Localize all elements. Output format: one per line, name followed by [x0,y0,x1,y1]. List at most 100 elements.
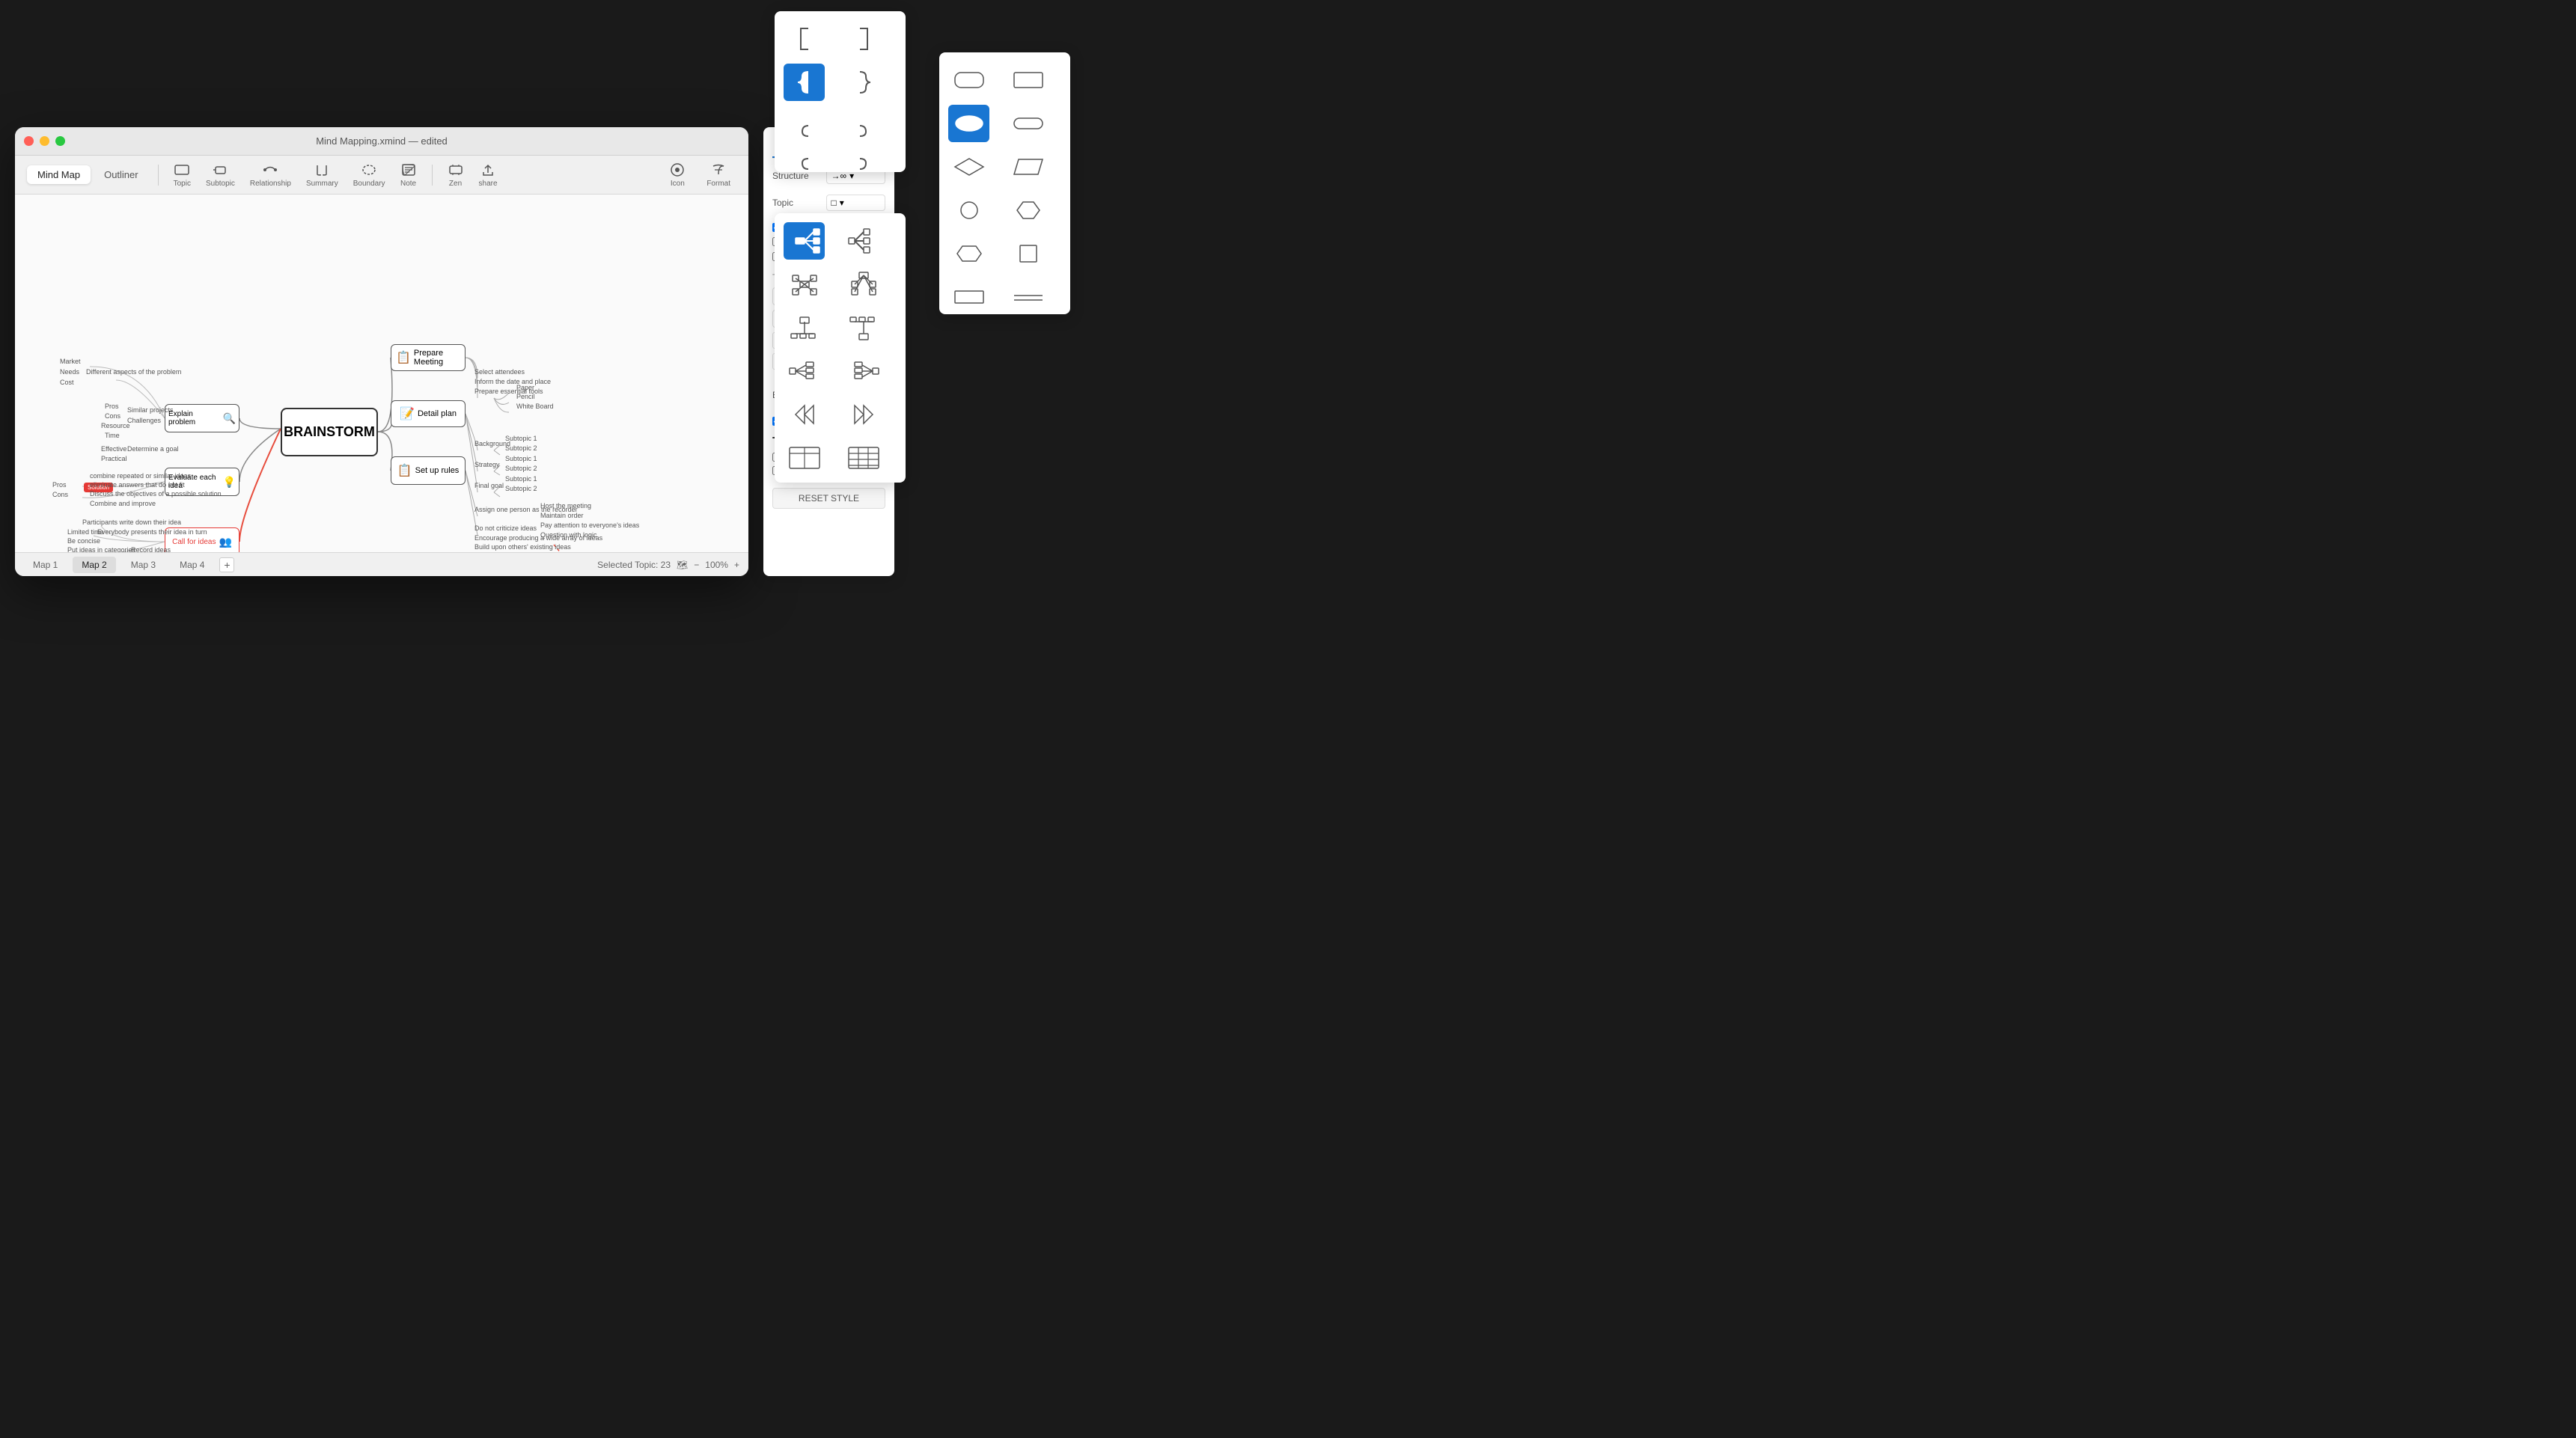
node-setup-rules[interactable]: 📋 Set up rules [391,456,466,485]
leaf-diff-aspects: Different aspects of the problem [86,368,181,376]
toolbar-item-format[interactable]: Format [701,159,736,191]
minimize-button[interactable] [40,136,49,146]
shape-arrow-right[interactable] [843,396,885,433]
shape-curly-top-right[interactable] [843,150,885,188]
shape-curly-left[interactable] [784,64,825,101]
map-tab-3[interactable]: Map 3 [122,557,165,573]
fullscreen-button[interactable] [55,136,65,146]
leaf-effective: Effective [101,445,126,453]
leaf-categories: Put ideas in categories [67,546,135,552]
leaf-subtopic2b: Subtopic 2 [505,465,537,472]
shape-lines[interactable] [1008,278,1049,316]
leaf-select: Select attendees [474,368,525,376]
add-map-button[interactable]: + [219,557,234,572]
zoom-in[interactable]: + [734,560,739,570]
leaf-combine-improve: Combine and improve [90,500,156,507]
map-tab-4[interactable]: Map 4 [171,557,213,573]
shape-arrow-left[interactable] [784,396,825,433]
leaf-similar: Similar projects [127,406,174,414]
note-icon [400,162,417,178]
node-detail-plan[interactable]: 📝 Detail plan [391,400,466,427]
toolbar-item-note[interactable]: Note [394,159,423,191]
node-explain-problem[interactable]: Explain problem 🔍 [165,404,239,432]
shape-tree-3[interactable] [784,352,825,390]
boundary-label: Boundary [353,180,385,188]
shape-oval[interactable] [948,105,989,142]
canvas[interactable]: BRAINSTORM 📋 Prepare Meeting 📝 Detail pl… [15,195,748,552]
summary-label: Summary [306,180,338,188]
shape-rect-sm[interactable] [948,278,989,316]
leaf-challenges: Challenges [127,417,161,424]
shape-octagon[interactable] [1008,192,1049,229]
shape-grid-bot[interactable] [843,266,885,303]
shape-table-1[interactable] [784,439,825,477]
leaf-strategy: Strategy [474,461,500,468]
subtopic-label: Subtopic [206,180,235,188]
shape-tree-4[interactable] [843,352,885,390]
node-prepare-meeting[interactable]: 📋 Prepare Meeting [391,344,466,371]
shape-square-sm[interactable] [1008,235,1049,272]
toolbar-item-icon[interactable]: Icon [663,159,692,191]
relationship-icon [262,162,278,178]
shape-curly-right[interactable] [843,64,885,101]
map-tab-2[interactable]: Map 2 [73,557,115,573]
leaf-needs: Needs [60,368,79,376]
leaf-participants: Participants write down their idea [82,518,181,526]
toolbar-item-subtopic[interactable]: Subtopic [200,159,241,191]
shape-bracket-top-right[interactable] [843,20,885,58]
leaf-encourage: Encourage producing a wide array of idea… [474,534,602,542]
map-tab-1[interactable]: Map 1 [24,557,67,573]
shape-bracket-top-left[interactable] [784,20,825,58]
topic-selector[interactable]: □ ▾ [826,195,886,211]
leaf-resource: Resource [101,422,130,429]
shape-hexagon[interactable] [948,235,989,272]
shape-hsplit[interactable] [784,222,825,260]
shape-grid-top[interactable] [784,266,825,303]
status-bar: Map 1 Map 2 Map 3 Map 4 + Selected Topic… [15,552,748,576]
shape-curly-bot-left[interactable] [784,107,825,144]
tab-outliner[interactable]: Outliner [94,165,149,184]
leaf-no-criticize: Do not criticize ideas [474,524,537,532]
toolbar-item-share[interactable]: share [473,159,504,191]
leaf-pros-1: Pros [105,403,119,410]
status-right: Selected Topic: 23 🗺 − 100% + [597,560,739,570]
topic-section: Topic □ ▾ [772,195,885,211]
shape-curly-bot-right[interactable] [843,107,885,144]
shape-tree-1[interactable] [784,309,825,346]
shape-diamond[interactable] [948,148,989,186]
close-button[interactable] [24,136,34,146]
toolbar-item-zen[interactable]: Zen [442,159,470,191]
toolbar-item-topic[interactable]: Topic [168,159,197,191]
toolbar-item-boundary[interactable]: Boundary [347,159,391,191]
tab-mindmap[interactable]: Mind Map [27,165,91,184]
toolbar-left: Mind Map Outliner [27,165,149,184]
topic-section-label: Topic [772,198,822,208]
relationship-label: Relationship [250,180,291,188]
format-icon [710,162,727,178]
shape-table-2[interactable] [843,439,885,477]
traffic-lights [24,136,65,146]
selected-topic: Selected Topic: 23 [597,560,671,570]
leaf-subtopic1c: Subtopic 1 [505,475,537,483]
window-title: Mind Mapping.xmind — edited [316,135,448,147]
leaf-practical: Practical [101,455,127,462]
topic-label: Topic [174,180,191,188]
shape-hsplit-2[interactable] [843,222,885,260]
toolbar-item-summary[interactable]: Summary [300,159,344,191]
shape-circle[interactable] [948,192,989,229]
node-brainstorm[interactable]: BRAINSTORM [281,408,378,456]
shape-curly-top-left[interactable] [784,150,825,188]
shape-parallelogram[interactable] [1008,148,1049,186]
zoom-out[interactable]: − [694,560,699,570]
leaf-discuss: Discuss the objectives of a possible sol… [90,490,222,498]
topic-icon [174,162,190,178]
shape-tree-2[interactable] [843,309,885,346]
shape-pill[interactable] [1008,105,1049,142]
reset-style-button[interactable]: RESET STYLE [772,488,885,509]
leaf-build: Build upon others' existing ideas [474,543,571,551]
shape-rect[interactable] [1008,61,1049,99]
toolbar-item-relationship[interactable]: Relationship [244,159,297,191]
summary-icon [314,162,330,178]
shape-rounded-rect[interactable] [948,61,989,99]
share-label: share [479,180,498,188]
